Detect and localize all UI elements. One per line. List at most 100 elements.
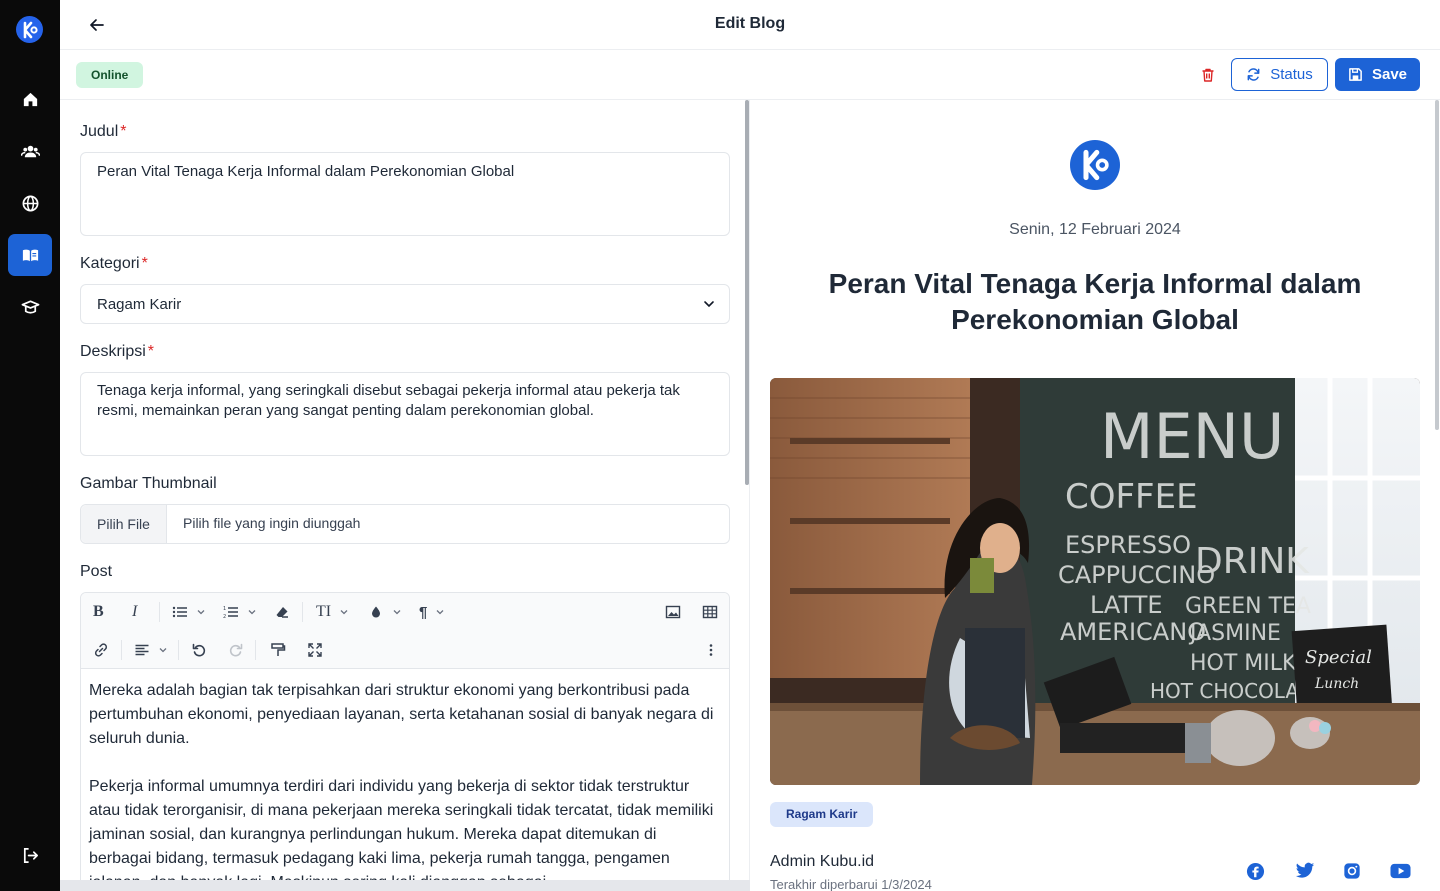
insert-image-button[interactable]	[665, 601, 681, 623]
kategori-select[interactable]: Ragam Karir	[80, 284, 730, 324]
home-icon	[23, 92, 37, 106]
facebook-link[interactable]	[1244, 860, 1266, 882]
deskripsi-textarea[interactable]: Tenaga kerja informal, yang seringkali d…	[80, 372, 730, 456]
sidebar-item-blog[interactable]	[8, 234, 52, 276]
kategori-label: Kategori *	[80, 255, 148, 272]
post-paragraph: Mereka adalah bagian tak terpisahkan dar…	[89, 682, 714, 747]
deskripsi-label: Deskripsi *	[80, 343, 155, 360]
menu-board-item: CAPPUCCINO	[1058, 561, 1215, 589]
table-icon	[702, 605, 718, 619]
svg-text:1: 1	[223, 606, 226, 612]
delete-button[interactable]	[1197, 64, 1219, 86]
redo-button[interactable]	[228, 639, 244, 661]
save-icon	[1349, 68, 1362, 81]
post-editor: B I 12 TI ¶ Mereka adalah bagian tak ter…	[80, 592, 730, 891]
sidebar-item-education[interactable]	[8, 286, 52, 328]
format-painter-button[interactable]	[270, 639, 286, 661]
blog-preview: Senin, 12 Februari 2024 Peran Vital Tena…	[750, 100, 1440, 891]
bullet-list-button[interactable]	[172, 601, 206, 623]
logout-button[interactable]	[8, 834, 52, 876]
expand-icon	[308, 643, 322, 657]
editor-content[interactable]: Mereka adalah bagian tak terpisahkan dar…	[89, 679, 721, 891]
eraser-icon	[276, 607, 288, 618]
preview-title: Peran Vital Tenaga Kerja Informal dalam …	[828, 268, 1362, 335]
graduation-cap-icon	[21, 299, 39, 314]
italic-icon: I	[132, 603, 138, 620]
sidebar-item-globe[interactable]	[8, 182, 52, 224]
more-options-button[interactable]	[703, 639, 719, 661]
edit-form: Judul * Peran Vital Tenaga Kerja Informal…	[60, 100, 750, 891]
preview-logo	[1070, 140, 1120, 190]
preview-category-tag[interactable]: Ragam Karir	[770, 802, 874, 827]
image-icon	[665, 605, 681, 619]
horizontal-scrollbar[interactable]	[60, 880, 750, 891]
numbered-list-button[interactable]: 12	[223, 601, 257, 623]
font-size-button[interactable]: TI	[316, 601, 349, 623]
chevron-down-icon	[436, 610, 444, 615]
paragraph-button[interactable]: ¶	[419, 601, 445, 623]
insert-table-button[interactable]	[702, 601, 718, 623]
sidebar	[0, 0, 60, 891]
menu-board-item: Lunch	[1314, 676, 1359, 692]
app-logo[interactable]	[16, 16, 43, 43]
redo-icon	[229, 643, 243, 657]
status-button-label: Status	[1270, 66, 1313, 83]
menu-board-item: LATTE	[1090, 591, 1163, 619]
paint-roller-icon	[271, 643, 286, 656]
paragraph-icon: ¶	[419, 603, 428, 621]
page-title: Edit Blog	[714, 15, 786, 32]
logout-icon	[23, 847, 38, 863]
status-button[interactable]: Status	[1231, 58, 1328, 91]
sidebar-item-users[interactable]	[8, 130, 52, 172]
menu-board-item: Special	[1305, 647, 1372, 668]
preview-author: Admin Kubu.id	[770, 853, 875, 870]
italic-button[interactable]: I	[132, 601, 137, 623]
sidebar-item-home[interactable]	[8, 78, 52, 120]
action-bar: Online Status Save	[60, 50, 1440, 100]
chevron-down-icon	[159, 648, 167, 653]
trash-icon	[1202, 68, 1214, 82]
refresh-icon	[1247, 68, 1260, 81]
twitter-link[interactable]	[1294, 860, 1316, 882]
menu-board-item: GREEN TEA	[1185, 594, 1311, 619]
clear-format-button[interactable]	[274, 601, 290, 623]
judul-input[interactable]: Peran Vital Tenaga Kerja Informal dalam …	[80, 152, 730, 236]
instagram-link[interactable]	[1341, 860, 1363, 882]
file-placeholder: Pilih file yang ingin diunggah	[183, 515, 361, 531]
preview-scrollbar[interactable]	[1435, 100, 1439, 430]
fullscreen-button[interactable]	[307, 639, 323, 661]
chevron-down-icon	[248, 610, 256, 615]
chevron-down-icon	[340, 610, 348, 615]
text-size-icon: TI	[316, 603, 332, 620]
more-vertical-icon	[709, 644, 713, 656]
align-button[interactable]	[134, 639, 168, 661]
post-label: Post	[80, 563, 113, 580]
thumbnail-file-input[interactable]: Pilih File Pilih file yang ingin diungga…	[80, 504, 730, 544]
instagram-icon	[1344, 863, 1360, 879]
align-left-icon	[135, 644, 149, 656]
chevron-down-icon	[704, 301, 714, 308]
save-button[interactable]: Save	[1335, 58, 1420, 91]
link-button[interactable]	[93, 639, 109, 661]
chevron-down-icon	[197, 610, 205, 615]
editor-toolbar: B I 12 TI ¶	[81, 593, 729, 669]
menu-board-item: ESPRESSO	[1065, 531, 1191, 559]
link-icon	[94, 643, 108, 657]
choose-file-button[interactable]: Pilih File	[81, 505, 167, 543]
undo-icon	[192, 643, 206, 657]
menu-board-title: MENU	[1100, 400, 1284, 473]
youtube-link[interactable]	[1389, 860, 1411, 882]
book-open-icon	[22, 249, 38, 261]
droplet-icon	[372, 606, 380, 618]
preview-updated: Terakhir diperbarui 1/3/2024	[770, 877, 932, 891]
bold-button[interactable]: B	[93, 601, 104, 623]
youtube-icon	[1389, 863, 1411, 879]
judul-label: Judul *	[80, 123, 127, 140]
preview-date: Senin, 12 Februari 2024	[1009, 221, 1181, 238]
facebook-icon	[1246, 862, 1264, 880]
menu-board-item: DRINK	[1195, 541, 1310, 582]
undo-button[interactable]	[191, 639, 207, 661]
text-color-button[interactable]	[368, 601, 402, 623]
status-badge: Online	[76, 62, 144, 88]
svg-text:2: 2	[223, 614, 226, 620]
